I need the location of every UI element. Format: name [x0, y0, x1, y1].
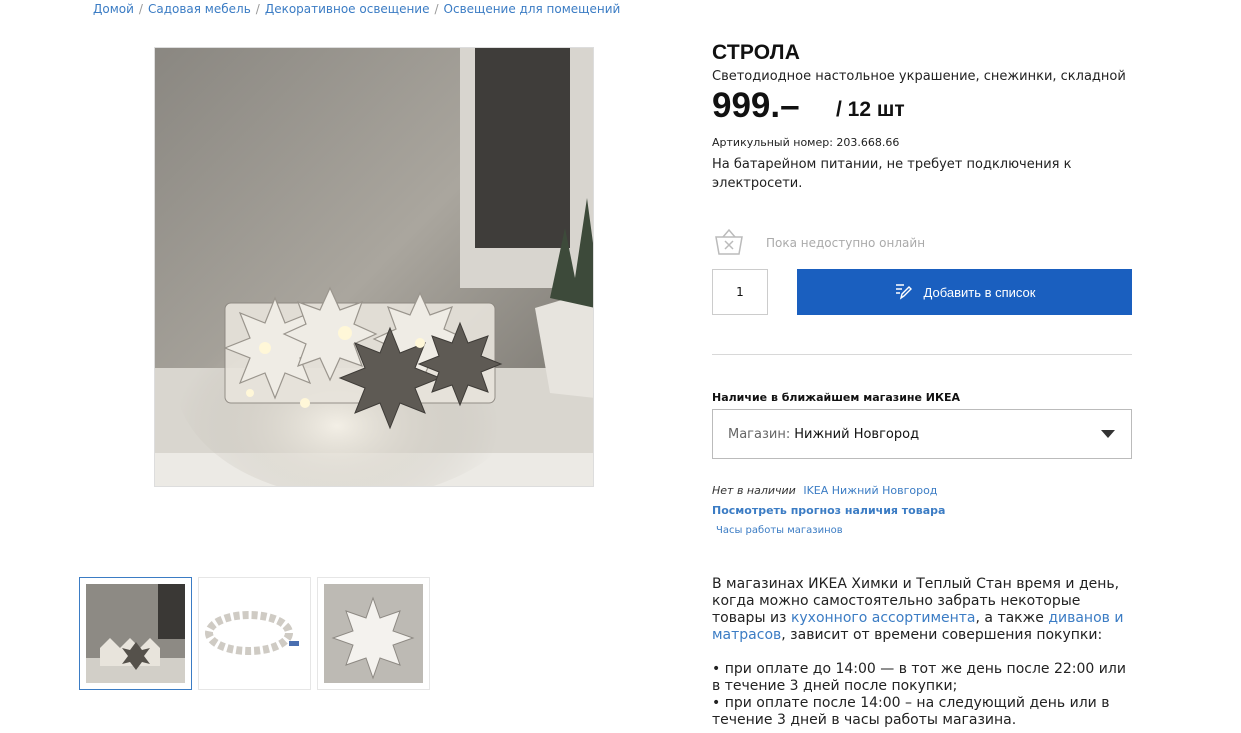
- breadcrumb-separator: /: [255, 2, 260, 16]
- breadcrumb-separator: /: [138, 2, 143, 16]
- thumbnail-image: [86, 584, 185, 683]
- divider: [712, 354, 1132, 355]
- info-text: , зависит от времени совершения покупки:: [781, 627, 1103, 643]
- add-to-list-label: Добавить в список: [923, 284, 1036, 300]
- thumbnail-2[interactable]: [198, 577, 311, 690]
- pickup-rule-1: • при оплате до 14:00 — в тот же день по…: [712, 661, 1126, 694]
- breadcrumb-decor-lighting[interactable]: Декоративное освещение: [265, 2, 430, 16]
- product-description: На батарейном питании, не требует подклю…: [712, 157, 1072, 191]
- add-to-list-button[interactable]: Добавить в список: [797, 269, 1132, 315]
- stock-status-text: Нет в наличии: [712, 484, 796, 497]
- product-photo-illustration: [155, 48, 593, 486]
- breadcrumb-garden-furniture[interactable]: Садовая мебель: [148, 2, 251, 16]
- online-unavailable-text: Пока недоступно онлайн: [766, 236, 926, 250]
- pickup-info: В магазинах ИКЕА Химки и Теплый Стан вре…: [712, 576, 1132, 729]
- stock-status: Нет в наличии IKEA Нижний Новгород: [712, 484, 937, 497]
- store-hours-link[interactable]: Часы работы магазинов: [716, 525, 843, 536]
- store-availability-heading: Наличие в ближайшем магазине ИКЕА: [712, 391, 961, 404]
- breadcrumb-separator: /: [434, 2, 439, 16]
- thumbnail-1[interactable]: [79, 577, 192, 690]
- store-select-value: Нижний Новгород: [794, 426, 920, 442]
- info-text: , а также: [975, 610, 1049, 626]
- product-title: СТРОЛА: [712, 41, 801, 64]
- breadcrumb-indoor-lighting[interactable]: Освещение для помещений: [444, 2, 621, 16]
- product-main-image[interactable]: [154, 47, 594, 487]
- basket-unavailable-icon: [714, 228, 744, 256]
- store-select[interactable]: Магазин: Нижний Новгород: [712, 409, 1132, 459]
- article-number: Артикульный номер: 203.668.66: [712, 136, 900, 149]
- pickup-rule-2: • при оплате после 14:00 – на следующий …: [712, 695, 1110, 728]
- kitchen-assortment-link[interactable]: кухонного ассортимента: [791, 610, 976, 626]
- stock-store-link[interactable]: IKEA Нижний Новгород: [803, 484, 937, 497]
- product-subtitle: Светодиодное настольное украшение, снежи…: [712, 69, 1126, 84]
- availability-forecast-link[interactable]: Посмотреть прогноз наличия товара: [712, 504, 945, 517]
- breadcrumb: Домой / Садовая мебель / Декоративное освеще…: [93, 2, 620, 16]
- pencil-list-icon: [894, 282, 912, 303]
- pickup-info-paragraph: В магазинах ИКЕА Химки и Теплый Стан вре…: [712, 576, 1132, 644]
- thumbnail-image: [324, 584, 423, 683]
- thumbnail-3[interactable]: [317, 577, 430, 690]
- product-price: 999.–: [712, 86, 800, 125]
- store-select-label: Магазин:: [728, 426, 791, 442]
- quantity-input[interactable]: 1: [712, 269, 768, 315]
- product-unit: / 12 шт: [836, 98, 905, 121]
- thumbnail-image: [199, 578, 310, 689]
- breadcrumb-home[interactable]: Домой: [93, 2, 134, 16]
- chevron-down-icon: [1101, 430, 1115, 438]
